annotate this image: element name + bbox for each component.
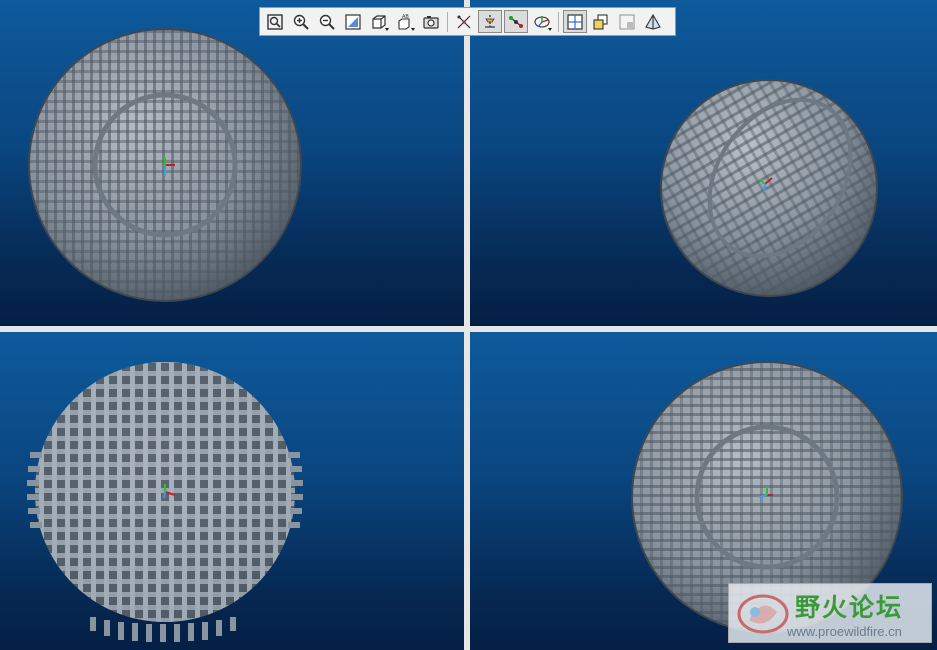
view-toolbar: AB — [259, 7, 676, 36]
zoom-in-button[interactable] — [289, 10, 313, 33]
annotation-icon — [619, 13, 635, 30]
viewport-splitter-vertical[interactable] — [464, 0, 470, 650]
view-manager-button[interactable] — [419, 10, 443, 33]
watermark-title: 野火论坛 — [795, 593, 904, 622]
datum-axes-button[interactable] — [478, 10, 502, 33]
perspective-button[interactable] — [641, 10, 665, 33]
datum-planes-button[interactable] — [452, 10, 476, 33]
datum-points-button[interactable] — [504, 10, 528, 33]
watermark-url: www.proewildfire.cn — [787, 624, 902, 639]
csys-button[interactable] — [530, 10, 554, 33]
viewport-top-left[interactable] — [0, 0, 464, 326]
datum-planes-icon — [457, 15, 471, 28]
sphere-model-isometric — [660, 79, 878, 297]
forum-logo-icon — [737, 594, 789, 634]
svg-text:AB: AB — [402, 14, 409, 20]
refit-icon — [267, 13, 283, 30]
watermark: 野火论坛 www.proewildfire.cn — [728, 583, 932, 643]
view-manager-icon — [423, 15, 439, 29]
saved-views-button[interactable]: AB — [393, 10, 417, 33]
sphere-model-grid-spikes — [27, 362, 303, 642]
model-window: AB 野火论坛 www.proewildfire.cn — [0, 0, 937, 650]
zoom-in-icon — [293, 14, 309, 30]
toolbar-separator — [558, 11, 559, 32]
repaint-button[interactable] — [341, 10, 365, 33]
datum-axes-icon — [485, 14, 495, 29]
sphere-model-vertical-rings — [28, 28, 302, 302]
display-style-button[interactable] — [367, 10, 391, 33]
refit-button[interactable] — [263, 10, 287, 33]
dropdown-arrow-icon — [385, 28, 389, 31]
perspective-icon — [645, 13, 661, 30]
repaint-icon — [345, 13, 361, 30]
zoom-out-icon — [319, 14, 335, 30]
zoom-out-button[interactable] — [315, 10, 339, 33]
layout-quad-button[interactable] — [563, 10, 587, 33]
viewport-bottom-left[interactable] — [0, 332, 464, 650]
toolbar-separator — [447, 11, 448, 32]
datum-points-icon — [509, 15, 523, 28]
layout-quad-icon — [567, 13, 583, 30]
annotation-button[interactable] — [615, 10, 639, 33]
dropdown-arrow-icon — [548, 28, 552, 31]
viewport-top-right[interactable] — [470, 0, 937, 326]
spin-center-button[interactable] — [589, 10, 613, 33]
spin-center-icon — [593, 13, 608, 30]
viewport-splitter-horizontal[interactable] — [0, 326, 937, 332]
dropdown-arrow-icon — [411, 28, 415, 31]
